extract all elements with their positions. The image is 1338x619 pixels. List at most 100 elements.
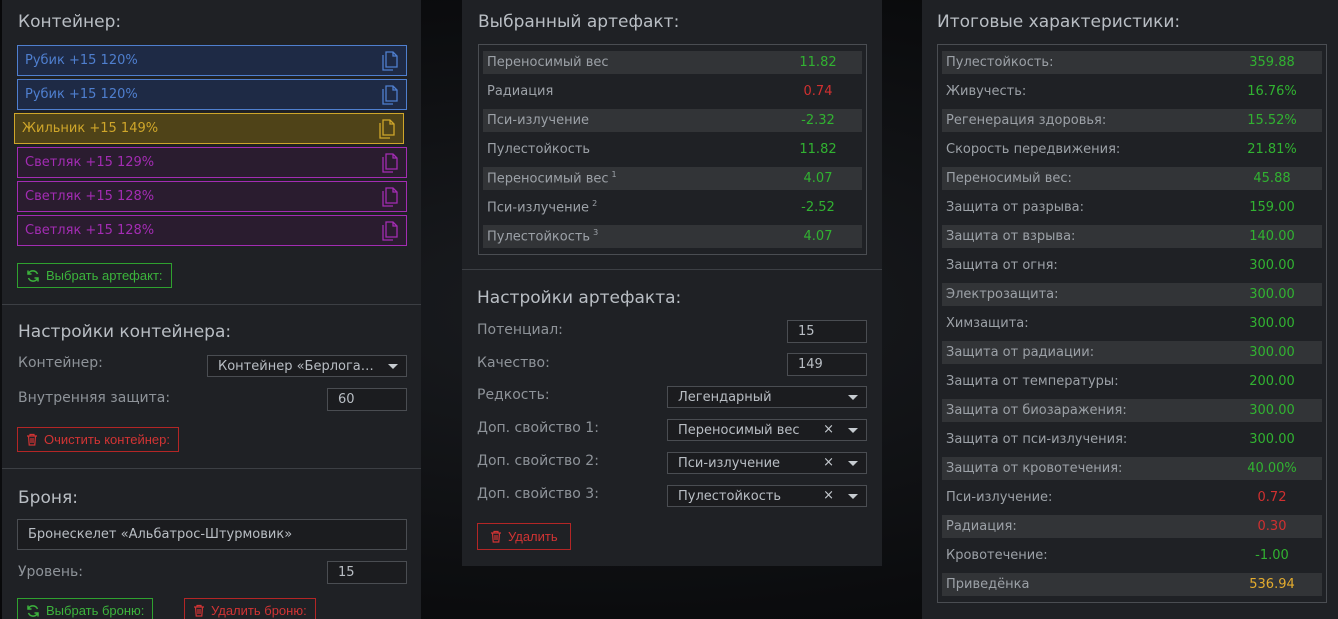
choose-armor-button[interactable]: Выбрать броню: bbox=[17, 598, 154, 619]
stat-value: 300.00 bbox=[1249, 403, 1295, 418]
artifact-item[interactable]: Рубик +15 120% bbox=[17, 45, 407, 76]
stat-value: 0.30 bbox=[1257, 519, 1287, 534]
copy-cards-icon[interactable] bbox=[380, 153, 398, 173]
stat-value: 159.00 bbox=[1249, 200, 1295, 215]
extra-property-2-label: Доп. свойство 2: bbox=[477, 453, 599, 469]
property-value: -2.52 bbox=[801, 200, 835, 215]
table-row: Переносимый вес: 45.88 bbox=[942, 167, 1322, 190]
stat-value: -1.00 bbox=[1255, 548, 1289, 563]
armor-name-field[interactable]: Бронескелет «Альбатрос-Штурмовик» bbox=[17, 519, 407, 550]
trash-icon bbox=[27, 433, 37, 446]
armor-level-input[interactable]: 15 bbox=[327, 561, 407, 584]
stat-value: 40.00% bbox=[1247, 461, 1297, 476]
table-row: Защита от разрыва: 159.00 bbox=[942, 196, 1322, 219]
armor-title: Броня: bbox=[18, 488, 78, 508]
copy-cards-icon[interactable] bbox=[377, 119, 395, 139]
stat-value: 140.00 bbox=[1249, 229, 1295, 244]
divider bbox=[2, 304, 421, 305]
copy-cards-icon[interactable] bbox=[380, 221, 398, 241]
inner-protection-input[interactable]: 60 bbox=[327, 388, 407, 411]
potential-input[interactable]: 15 bbox=[787, 320, 867, 343]
potential-label: Потенциал: bbox=[477, 322, 563, 338]
stat-value: 0.72 bbox=[1257, 490, 1287, 505]
copy-cards-icon[interactable] bbox=[380, 51, 398, 71]
artifact-item[interactable]: Светляк +15 129% bbox=[17, 147, 407, 178]
clear-container-button[interactable]: Очистить контейнер: bbox=[17, 427, 179, 452]
table-row: Кровотечение: -1.00 bbox=[942, 544, 1322, 567]
copy-cards-icon[interactable] bbox=[380, 187, 398, 207]
property-value: 4.07 bbox=[803, 229, 833, 244]
stat-value: 200.00 bbox=[1249, 374, 1295, 389]
trash-icon bbox=[194, 604, 204, 617]
table-row: Приведёнка 536.94 bbox=[942, 573, 1322, 596]
clear-icon[interactable]: × bbox=[823, 488, 834, 503]
property-name-text: Пси-излучение bbox=[487, 200, 590, 216]
delete-artifact-button[interactable]: Удалить bbox=[477, 523, 571, 550]
property-value: 0.74 bbox=[803, 84, 833, 99]
stat-name: Защита от кровотечения: bbox=[946, 461, 1123, 476]
artifact-item-label: Светляк +15 128% bbox=[25, 189, 155, 204]
table-row: Пси-излучение 2 -2.52 bbox=[483, 196, 862, 219]
artifact-item[interactable]: Светляк +15 128% bbox=[17, 181, 407, 212]
stat-value: 45.88 bbox=[1253, 171, 1291, 186]
table-row: Пулестойкость: 359.88 bbox=[942, 51, 1322, 74]
clear-icon[interactable]: × bbox=[823, 455, 834, 470]
table-row: Живучесть: 16.76% bbox=[942, 80, 1322, 103]
table-row: Защита от взрыва: 140.00 bbox=[942, 225, 1322, 248]
stat-name: Защита от огня: bbox=[946, 258, 1058, 273]
extra-property-2-value: Пси-излучение bbox=[678, 455, 781, 471]
table-row: Радиация 0.74 bbox=[483, 80, 862, 103]
stat-name: Защита от разрыва: bbox=[946, 200, 1084, 215]
property-name-text: Переносимый вес bbox=[487, 55, 609, 70]
property-name-text: Пси-излучение bbox=[487, 113, 590, 128]
property-index: 2 bbox=[592, 199, 598, 209]
stat-value: 300.00 bbox=[1249, 258, 1295, 273]
table-row: Защита от биозаражения: 300.00 bbox=[942, 399, 1322, 422]
property-name: Пулестойкость 3 bbox=[483, 228, 598, 244]
stat-name: Защита от биозаражения: bbox=[946, 403, 1127, 418]
table-row: Химзащита: 300.00 bbox=[942, 312, 1322, 335]
extra-property-2-select[interactable]: Пси-излучение × bbox=[667, 452, 867, 474]
chevron-down-icon bbox=[848, 461, 858, 466]
copy-cards-icon[interactable] bbox=[380, 85, 398, 105]
totals-table: Пулестойкость: 359.88 Живучесть: 16.76% Реге… bbox=[937, 44, 1327, 603]
extra-property-3-select[interactable]: Пулестойкость × bbox=[667, 485, 867, 507]
artifact-item-label: Рубик +15 120% bbox=[25, 53, 138, 68]
container-select[interactable]: Контейнер «Берлога… bbox=[207, 355, 407, 377]
clear-container-label: Очистить контейнер: bbox=[44, 432, 170, 447]
rarity-select[interactable]: Легендарный bbox=[667, 386, 867, 408]
trash-icon bbox=[491, 530, 501, 543]
table-row: Регенерация здоровья: 15.52% bbox=[942, 109, 1322, 132]
table-row: Скорость передвижения: 21.81% bbox=[942, 138, 1322, 161]
property-value: 11.82 bbox=[799, 142, 837, 157]
clear-icon[interactable]: × bbox=[823, 422, 834, 437]
artifact-item[interactable]: Рубик +15 120% bbox=[17, 79, 407, 110]
artifact-item[interactable]: Жильник +15 149% bbox=[14, 113, 404, 144]
artifact-settings-title: Настройки артефакта: bbox=[477, 288, 682, 308]
table-row: Защита от кровотечения: 40.00% bbox=[942, 457, 1322, 480]
table-row: Пулестойкость 11.82 bbox=[483, 138, 862, 161]
artifact-item[interactable]: Светляк +15 128% bbox=[17, 215, 407, 246]
property-value: -2.32 bbox=[801, 113, 835, 128]
extra-property-1-select[interactable]: Переносимый вес × bbox=[667, 419, 867, 441]
property-name-text: Пулестойкость bbox=[487, 229, 591, 245]
stat-value: 536.94 bbox=[1249, 577, 1295, 592]
stat-name: Переносимый вес: bbox=[946, 171, 1072, 186]
property-name: Пси-излучение 2 bbox=[483, 199, 597, 215]
delete-armor-label: Удалить броню: bbox=[211, 603, 307, 618]
delete-artifact-label: Удалить bbox=[508, 529, 558, 544]
inner-protection-label: Внутренняя защита: bbox=[18, 390, 171, 406]
choose-artifact-button[interactable]: Выбрать артефакт: bbox=[17, 263, 172, 288]
table-row: Пулестойкость 3 4.07 bbox=[483, 225, 862, 248]
stat-name: Приведёнка bbox=[946, 577, 1030, 592]
quality-input[interactable]: 149 bbox=[787, 353, 867, 376]
stat-name: Защита от пси-излучения: bbox=[946, 432, 1128, 447]
property-name: Пси-излучение bbox=[483, 113, 589, 128]
stat-value: 15.52% bbox=[1247, 113, 1297, 128]
armor-level-label: Уровень: bbox=[18, 564, 83, 580]
property-name-text: Пулестойкость bbox=[487, 142, 591, 157]
property-index: 3 bbox=[593, 228, 599, 238]
container-select-label: Контейнер: bbox=[18, 355, 103, 371]
delete-armor-button[interactable]: Удалить броню: bbox=[184, 598, 316, 619]
divider bbox=[462, 269, 882, 270]
